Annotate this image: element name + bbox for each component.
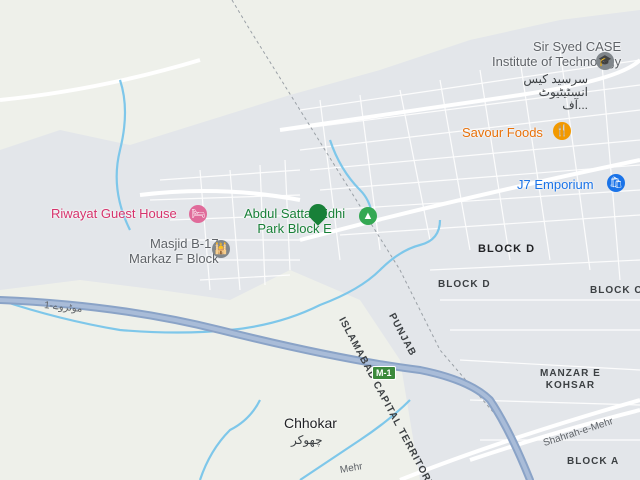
poi-masjid-line1: Masjid B-17: [149, 236, 219, 251]
area-block-a: BLOCK A: [567, 456, 620, 467]
shopping-icon[interactable]: 🛍: [607, 174, 625, 192]
poi-masjid-b17[interactable]: Masjid B-17 Markaz F Block: [129, 237, 219, 265]
poi-masjid-line2: Markaz F Block: [129, 251, 219, 266]
area-manzar-e-kohsar: MANZAR E KOHSAR: [540, 369, 601, 391]
poi-sir-syed-line1: Sir Syed CASE: [532, 39, 622, 54]
poi-j7-label: J7 Emporium: [517, 177, 594, 192]
area-block-d: BLOCK D: [438, 279, 491, 290]
map-canvas[interactable]: Riwayat Guest House 🛏 Masjid B-17 Markaz…: [0, 0, 640, 480]
area-manzar-line2: KOHSAR: [545, 380, 596, 391]
school-icon[interactable]: 🎓: [596, 52, 614, 70]
town-chhokar-urdu: چھوکر: [291, 433, 323, 447]
area-manzar-line1: MANZAR E: [540, 368, 601, 379]
hotel-icon[interactable]: 🛏: [189, 205, 207, 223]
poi-sir-syed-urdu: سرسید کیس انسٹیٹیوٹ آف...: [523, 72, 588, 113]
poi-riwayat-guest-house[interactable]: Riwayat Guest House: [51, 207, 177, 220]
restaurant-icon[interactable]: 🍴: [553, 122, 571, 140]
poi-edhi-park[interactable]: Abdul Sattar Edhi Park Block E: [244, 207, 345, 235]
poi-edhi-line2: Park Block E: [257, 221, 332, 236]
park-icon[interactable]: ▲: [359, 207, 377, 225]
poi-riwayat-label: Riwayat Guest House: [51, 206, 177, 221]
mosque-icon[interactable]: 🕌: [212, 240, 230, 258]
poi-savour-label: Savour Foods: [462, 125, 543, 140]
poi-j7-emporium[interactable]: J7 Emporium: [517, 178, 594, 191]
area-block-d-big: BLOCK D: [478, 243, 536, 255]
poi-edhi-line1: Abdul Sattar Edhi: [244, 206, 346, 221]
town-chhokar[interactable]: Chhokar: [284, 416, 337, 430]
poi-savour-foods[interactable]: Savour Foods: [462, 126, 543, 139]
motorway-shield-m1: M-1: [372, 366, 396, 380]
area-block-c: BLOCK C: [590, 285, 640, 296]
